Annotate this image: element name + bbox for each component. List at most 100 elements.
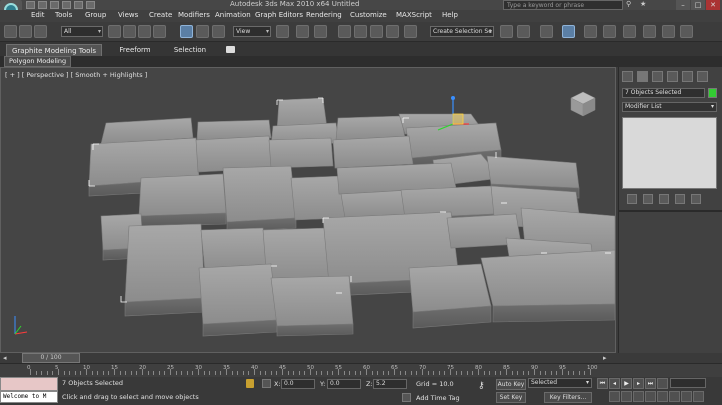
search-input[interactable]: Type a keyword or phrase [503, 0, 623, 10]
new-file-icon[interactable] [26, 1, 35, 9]
align-icon[interactable] [517, 25, 530, 38]
rectangular-selection-icon[interactable] [138, 25, 151, 38]
zoom-icon[interactable] [621, 391, 632, 402]
time-slider[interactable]: 0 / 100 [22, 353, 80, 363]
ribbon-options-icon[interactable] [226, 46, 235, 53]
object-color-swatch[interactable] [708, 88, 717, 98]
configure-modifier-sets-icon[interactable] [691, 194, 701, 204]
snaps-toggle-icon[interactable] [338, 25, 351, 38]
select-and-manipulate-icon[interactable] [296, 25, 309, 38]
pan-view-icon[interactable] [669, 391, 680, 402]
remove-modifier-icon[interactable] [675, 194, 685, 204]
edit-named-selection-icon[interactable] [404, 25, 417, 38]
tab-selection[interactable]: Selection [165, 44, 215, 56]
schematic-view-icon[interactable] [603, 25, 616, 38]
hierarchy-panel-icon[interactable] [652, 71, 663, 82]
perspective-viewport[interactable]: [ + ] [ Perspective ] [ Smooth + Highlig… [0, 67, 616, 353]
track-bar[interactable]: 0 5 10 15 20 25 30 35 40 45 50 55 60 65 70 75 80 85 90 95 10… [0, 363, 722, 377]
tab-polygon-modeling[interactable]: Polygon Modeling [4, 56, 72, 67]
tab-freeform[interactable]: Freeform [110, 44, 160, 56]
menu-rendering[interactable]: Rendering [306, 11, 342, 19]
modifier-list-dropdown[interactable]: Modifier List ▾ [622, 102, 717, 112]
infocenter-icon[interactable]: ★ [640, 0, 650, 10]
bind-space-warp-icon[interactable] [34, 25, 47, 38]
keyboard-shortcut-toggle-icon[interactable] [314, 25, 327, 38]
maxscript-listener-mini[interactable] [0, 377, 58, 391]
lock-selection-icon[interactable] [246, 379, 254, 388]
key-mode-dropdown[interactable]: Selected ▾ [528, 378, 592, 388]
maxscript-welcome-field[interactable]: Welcome to M [0, 391, 58, 403]
search-icon[interactable]: ⚲ [626, 0, 636, 10]
close-button[interactable]: ✕ [706, 0, 720, 10]
render-production-icon[interactable] [680, 25, 693, 38]
menu-graph-editors[interactable]: Graph Editors [255, 11, 303, 19]
utilities-panel-icon[interactable] [697, 71, 708, 82]
menu-customize[interactable]: Customize [350, 11, 387, 19]
angle-snap-icon[interactable] [354, 25, 367, 38]
menu-animation[interactable]: Animation [215, 11, 251, 19]
display-panel-icon[interactable] [682, 71, 693, 82]
field-of-view-icon[interactable] [657, 391, 668, 402]
time-slider-next-icon[interactable]: ▸ [603, 354, 607, 362]
menu-edit[interactable]: Edit [31, 11, 45, 19]
orbit-icon[interactable] [681, 391, 692, 402]
time-slider-prev-icon[interactable]: ◂ [3, 354, 7, 362]
menu-maxscript[interactable]: MAXScript [396, 11, 432, 19]
stone-tiles[interactable] [88, 97, 615, 337]
mirror-icon[interactable] [500, 25, 513, 38]
select-and-move-icon[interactable] [180, 25, 193, 38]
window-crossing-icon[interactable] [153, 25, 166, 38]
add-time-tag-button[interactable]: Add Time Tag [416, 394, 460, 402]
motion-panel-icon[interactable] [667, 71, 678, 82]
link-icon[interactable] [4, 25, 17, 38]
material-editor-icon[interactable] [623, 25, 636, 38]
go-to-start-icon[interactable]: ⏮ [597, 378, 608, 389]
go-to-end-icon[interactable]: ⏭ [645, 378, 656, 389]
menu-create[interactable]: Create [149, 11, 172, 19]
menu-tools[interactable]: Tools [55, 11, 72, 19]
save-file-icon[interactable] [50, 1, 59, 9]
pin-stack-icon[interactable] [627, 194, 637, 204]
x-coord-field[interactable]: 0.0 [281, 379, 315, 389]
layer-manager-icon[interactable] [540, 25, 553, 38]
menu-help[interactable]: Help [442, 11, 458, 19]
auto-key-button[interactable]: Auto Key [496, 379, 526, 390]
select-object-icon[interactable] [108, 25, 121, 38]
undo-icon[interactable] [62, 1, 71, 9]
zoom-extents-icon[interactable] [645, 391, 656, 402]
current-frame-field[interactable] [670, 378, 706, 388]
unlink-icon[interactable] [19, 25, 32, 38]
play-icon[interactable]: ▶ [621, 378, 632, 389]
pivot-center-icon[interactable] [276, 25, 289, 38]
select-and-rotate-icon[interactable] [196, 25, 209, 38]
set-key-button[interactable]: Set Key [496, 392, 526, 403]
tab-graphite-modeling-tools[interactable]: Graphite Modeling Tools [6, 44, 102, 56]
create-panel-icon[interactable] [622, 71, 633, 82]
spinner-snap-icon[interactable] [386, 25, 399, 38]
modifier-stack[interactable] [622, 117, 717, 189]
viewcube-icon[interactable] [570, 91, 596, 117]
selected-objects-field[interactable]: 7 Objects Selected [622, 88, 705, 98]
menu-modifiers[interactable]: Modifiers [178, 11, 210, 19]
open-file-icon[interactable] [38, 1, 47, 9]
modify-panel-icon[interactable] [637, 71, 648, 82]
menu-group[interactable]: Group [85, 11, 106, 19]
z-coord-field[interactable]: 5.2 [373, 379, 407, 389]
render-setup-icon[interactable] [643, 25, 656, 38]
time-tag-icon[interactable] [402, 393, 411, 402]
time-configuration-icon[interactable] [609, 391, 620, 402]
rendered-frame-window-icon[interactable] [662, 25, 675, 38]
select-by-name-icon[interactable] [123, 25, 136, 38]
show-end-result-icon[interactable] [643, 194, 653, 204]
maximize-viewport-icon[interactable] [693, 391, 704, 402]
absolute-mode-icon[interactable] [262, 379, 271, 388]
curve-editor-icon[interactable] [584, 25, 597, 38]
graphite-toggle-icon[interactable] [562, 25, 575, 38]
hold-icon[interactable] [86, 1, 95, 9]
y-coord-field[interactable]: 0.0 [327, 379, 361, 389]
next-frame-icon[interactable]: ▸ [633, 378, 644, 389]
redo-icon[interactable] [74, 1, 83, 9]
maximize-button[interactable]: □ [691, 0, 705, 10]
minimize-button[interactable]: – [676, 0, 690, 10]
select-and-scale-icon[interactable] [212, 25, 225, 38]
